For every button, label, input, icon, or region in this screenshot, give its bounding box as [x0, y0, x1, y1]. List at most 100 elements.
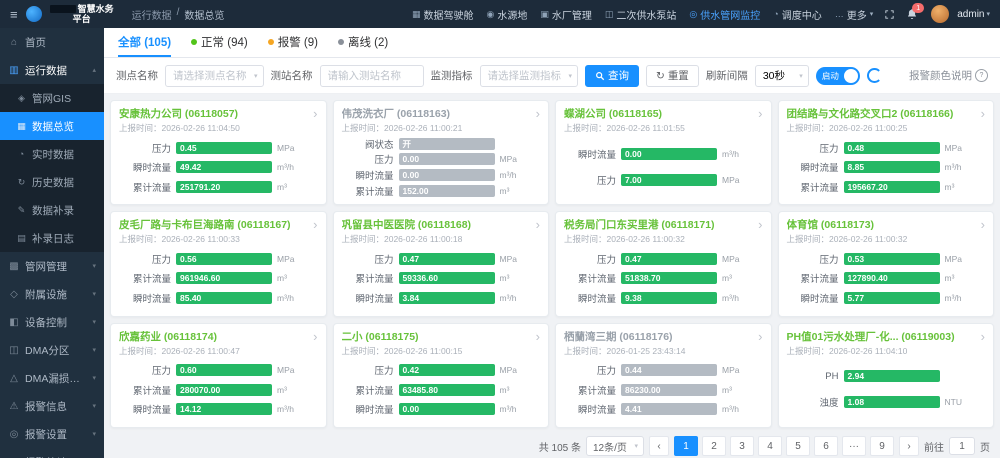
page-button-2[interactable]: 2 — [702, 436, 726, 456]
station-card[interactable]: 二小 (06118175) › 上报时间：2026-02-26 11:00:15 压力… — [332, 322, 549, 428]
top-nav-item-secondary-pump[interactable]: ◫ 二次供水泵站 — [605, 7, 677, 22]
metric-unit: m³ — [722, 384, 732, 395]
tab-normal[interactable]: 正常 (94) — [191, 28, 248, 57]
sidebar-subitem-supplement-log[interactable]: ▤ 补录日志 — [0, 224, 104, 252]
metric-value-bar: 961946.60 — [176, 272, 272, 285]
auto-refresh-toggle[interactable]: 启动 — [815, 66, 860, 85]
sidebar-subitem-data-overview[interactable]: ▦ 数据总览 — [0, 112, 104, 140]
chevron-right-icon[interactable]: › — [536, 218, 540, 231]
sidebar-item-alarm-stats[interactable]: ◉报警统计▾ — [0, 448, 104, 458]
top-nav-item-pipe-monitor[interactable]: ◎ 供水管网监控 — [689, 7, 760, 22]
tab-offline[interactable]: 离线 (2) — [337, 28, 388, 57]
top-nav-item-dispatch-center[interactable]: ◔ 调度中心 — [773, 7, 821, 22]
metric-row: 压力 0.56 MPa — [119, 252, 318, 266]
metric-row: 累计流量 961946.60 m³ — [119, 271, 318, 285]
station-card[interactable]: 安康热力公司 (06118057) › 上报时间：2026-02-26 11:04:… — [110, 100, 327, 206]
sidebar-item-dma-leak[interactable]: △ DMA漏损分析 ▾ — [0, 364, 104, 392]
sidebar-item-alarm-setting[interactable]: ◎ 报警设置 ▾ — [0, 420, 104, 448]
station-card[interactable]: 巩留县中医医院 (06118168) › 上报时间：2026-02-26 11:00… — [332, 211, 549, 317]
alarm-color-legend[interactable]: 报警颜色说明 ? — [909, 68, 988, 83]
station-card[interactable]: 伟茂洗衣厂 (06118163) › 上报时间：2026-02-26 11:00:2… — [332, 100, 549, 206]
fullscreen-icon[interactable] — [884, 9, 895, 20]
sidebar-item-run-data[interactable]: ▥ 运行数据 ▴ — [0, 56, 104, 84]
page-button-6[interactable]: 6 — [814, 436, 838, 456]
next-page-button[interactable]: › — [899, 436, 919, 456]
station-name: 巩留县中医医院 (06118168) — [341, 219, 472, 232]
sidebar-item-home[interactable]: ⌂ 首页 — [0, 28, 104, 56]
sidebar-item-pipe-mgmt[interactable]: ▩ 管网管理 ▾ — [0, 252, 104, 280]
metric-label: 累计流量 — [355, 186, 394, 198]
sidebar-subitem-realtime-data[interactable]: ◔ 实时数据 — [0, 140, 104, 168]
metric-label: 瞬时流量 — [577, 150, 616, 162]
chevron-right-icon[interactable]: › — [313, 107, 317, 120]
point-name-select[interactable]: 请选择测点名称 ▾ — [165, 64, 264, 87]
prev-page-button[interactable]: ‹ — [649, 436, 669, 456]
sidebar-item-alarm-info[interactable]: ⚠ 报警信息 ▾ — [0, 392, 104, 420]
sidebar-subitem-label: 补录日志 — [32, 232, 74, 245]
chevron-right-icon[interactable]: › — [758, 330, 762, 343]
station-card[interactable]: 蝶湖公司 (06118165) › 上报时间：2026-02-26 11:01:55… — [555, 100, 772, 206]
chevron-down-icon: ▾ — [634, 443, 638, 450]
station-card[interactable]: 团结路与文化路交叉口2 (06118166) › 上报时间：2026-02-26 1… — [777, 100, 994, 206]
station-card[interactable]: 皮毛厂路与卡布巨海路南 (06118167) › 上报时间：2026-02-26 1… — [110, 211, 327, 317]
metric-label: 累计流量 — [132, 274, 171, 286]
user-menu[interactable]: admin ▾ — [957, 9, 990, 20]
sidebar-submenu: ◈ 管网GIS ▦ 数据总览 ◔ 实时数据 ↻ 历史数据 ✎ 数据补录 ▤ 补录日志 — [0, 84, 104, 252]
metric-value-bar: 0.44 — [621, 364, 717, 377]
top-nav-item-water-source[interactable]: ◉ 水源地 — [487, 7, 528, 22]
page-button-1[interactable]: 1 — [674, 436, 698, 456]
sidebar-subitem-pipe-gis[interactable]: ◈ 管网GIS — [0, 84, 104, 112]
top-nav-item-water-plant[interactable]: ▣ 水厂管理 — [540, 7, 592, 22]
page-button-3[interactable]: 3 — [730, 436, 754, 456]
metric-placeholder: 请选择监测指标 — [487, 70, 562, 82]
sidebar-subitem-history-data[interactable]: ↻ 历史数据 — [0, 168, 104, 196]
chevron-right-icon[interactable]: › — [536, 107, 540, 120]
breadcrumb-item-run-data[interactable]: 运行数据 — [132, 7, 172, 22]
page-size-select[interactable]: 12条/页 ▾ — [586, 436, 644, 456]
tab-alarm[interactable]: 报警 (9) — [267, 28, 318, 57]
chevron-right-icon[interactable]: › — [981, 218, 985, 231]
tab-all[interactable]: 全部 (105) — [118, 28, 172, 57]
chevron-right-icon[interactable]: › — [758, 218, 762, 231]
station-card[interactable]: 体育馆 (06118173) › 上报时间：2026-02-26 11:00:32 压… — [777, 211, 994, 317]
sidebar-item-label: 报警信息 — [25, 400, 67, 413]
refresh-interval-select[interactable]: 30秒 ▾ — [754, 64, 809, 87]
chevron-right-icon[interactable]: › — [313, 218, 317, 231]
station-card[interactable]: 欣嘉药业 (06118174) › 上报时间：2026-02-26 11:00:47… — [110, 322, 327, 428]
metric-unit: m³ — [277, 273, 287, 284]
chevron-right-icon[interactable]: › — [758, 107, 762, 120]
gis-icon: ◈ — [18, 92, 25, 103]
chevron-right-icon[interactable]: › — [313, 330, 317, 343]
station-name-input[interactable] — [319, 64, 424, 87]
top-nav-item-data-cockpit[interactable]: ▦ 数据驾驶舱 — [412, 7, 474, 22]
page-button-5[interactable]: 5 — [786, 436, 810, 456]
station-card[interactable]: 税务局门口东买里港 (06118171) › 上报时间：2026-02-26 11:… — [555, 211, 772, 317]
reset-button[interactable]: ↻ 重置 — [646, 64, 699, 87]
chevron-right-icon[interactable]: › — [536, 330, 540, 343]
sidebar-item-facilities[interactable]: ◇ 附属设施 ▾ — [0, 280, 104, 308]
page-ellipsis[interactable]: ··· — [842, 436, 866, 456]
page-button-4[interactable]: 4 — [758, 436, 782, 456]
sidebar-item-device-control[interactable]: ◧ 设备控制 ▾ — [0, 308, 104, 336]
metric-value-bar: 2.94 — [843, 370, 940, 383]
bell-icon[interactable]: 1 — [906, 3, 925, 20]
card-header: 体育馆 (06118173) › — [787, 217, 986, 232]
chevron-right-icon[interactable]: › — [981, 330, 985, 343]
goto-page-input[interactable] — [949, 437, 975, 455]
search-button[interactable]: 查询 — [585, 64, 639, 87]
chevron-right-icon[interactable]: › — [981, 107, 985, 120]
metric-select[interactable]: 请选择监测指标 ▾ — [479, 64, 578, 87]
collapse-sidebar-icon[interactable]: ≡ — [10, 8, 18, 21]
page-button-9[interactable]: 9 — [870, 436, 894, 456]
metric-value-bar: 0.00 — [398, 403, 495, 416]
search-icon — [596, 71, 605, 80]
sidebar-item-dma-zone[interactable]: ◫ DMA分区 ▾ — [0, 336, 104, 364]
station-card[interactable]: 栖蘭湾三期 (06118176) › 上报时间：2026-01-25 23:43:1… — [555, 322, 772, 428]
avatar[interactable] — [931, 5, 950, 23]
sidebar-subitem-data-supplement[interactable]: ✎ 数据补录 — [0, 196, 104, 224]
card-header: 安康热力公司 (06118057) › — [119, 106, 318, 121]
station-card[interactable]: PH值01污水处理厂-化... (06119003) › 上报时间：2026-02-… — [777, 322, 994, 428]
more-icon: … — [834, 9, 844, 19]
tab-label: 报警 (9) — [277, 36, 318, 49]
top-nav-item-more[interactable]: … 更多 ▾ — [835, 7, 874, 22]
